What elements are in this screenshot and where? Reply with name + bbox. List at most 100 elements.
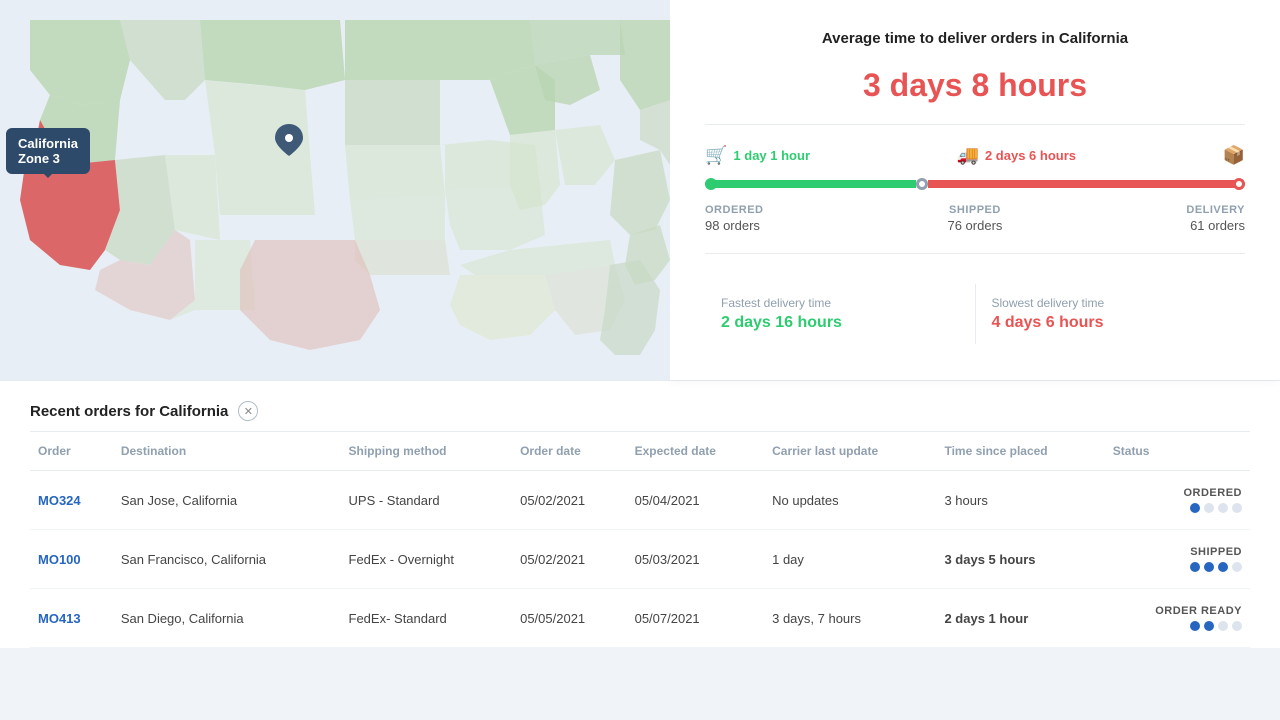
status-dot [1190,562,1200,572]
cell-order-date: 05/05/2021 [512,589,627,648]
state-ok [355,240,450,275]
divider2 [705,253,1245,254]
timeline-section: 🛒 1 day 1 hour 🚚 2 days 6 hours 📦 [705,145,1245,233]
slowest-delivery: Slowest delivery time 4 days 6 hours [976,284,1246,344]
status-col: SHIPPED [1113,546,1242,572]
table-row: MO324 San Jose, California UPS - Standar… [30,471,1250,530]
cell-time-since: 2 days 1 hour [936,589,1104,648]
state-ne [345,145,445,200]
cell-order[interactable]: MO100 [30,530,113,589]
stage-shipped: SHIPPED 76 orders [947,204,1002,233]
state-sd [345,80,440,145]
cell-time-since: 3 days 5 hours [936,530,1104,589]
status-dot [1218,621,1228,631]
status-dots [1190,503,1242,513]
fastest-value: 2 days 16 hours [721,314,959,332]
cell-destination: San Francisco, California [113,530,341,589]
status-dot [1204,562,1214,572]
col-order-date: Order date [512,432,627,471]
status-badge: ORDER READY [1155,605,1242,617]
col-expected-date: Expected date [627,432,765,471]
status-col: ORDERED [1113,487,1242,513]
cell-carrier-update: 1 day [764,530,936,589]
cell-status: SHIPPED [1105,530,1250,589]
state-ks [350,195,445,240]
order-link[interactable]: MO324 [38,493,81,508]
cell-order[interactable]: MO413 [30,589,113,648]
stage-ordered: ORDERED 98 orders [705,204,764,233]
state-nd [345,20,440,80]
cell-expected-date: 05/04/2021 [627,471,765,530]
table-header-row: Recent orders for California ✕ [30,381,1250,432]
col-carrier-update: Carrier last update [764,432,936,471]
segment1-label: 1 day 1 hour [733,148,810,163]
cell-order-date: 05/02/2021 [512,471,627,530]
dot-end [1233,178,1245,190]
status-dot [1232,562,1242,572]
map-container: California Zone 3 [0,0,670,380]
box-icon: 📦 [1223,145,1245,166]
us-map [0,0,670,380]
stage-delivery-value: 61 orders [1186,218,1245,233]
status-dot [1204,621,1214,631]
cell-shipping: UPS - Standard [341,471,513,530]
status-dot [1218,503,1228,513]
avg-title: Average time to deliver orders in Califo… [705,30,1245,47]
status-badge: SHIPPED [1190,546,1242,558]
cell-status: ORDER READY [1105,589,1250,648]
table-header: Order Destination Shipping method Order … [30,432,1250,471]
col-shipping: Shipping method [341,432,513,471]
slowest-value: 4 days 6 hours [992,314,1230,332]
order-link[interactable]: MO100 [38,552,81,567]
stage-delivery-label: DELIVERY [1186,204,1245,216]
table-row: MO100 San Francisco, California FedEx - … [30,530,1250,589]
status-dots [1190,562,1242,572]
cell-expected-date: 05/07/2021 [627,589,765,648]
col-time-since: Time since placed [936,432,1104,471]
stage-ordered-label: ORDERED [705,204,764,216]
cell-order-date: 05/02/2021 [512,530,627,589]
status-dot [1232,621,1242,631]
fastest-delivery: Fastest delivery time 2 days 16 hours [705,284,976,344]
stage-shipped-value: 76 orders [947,218,1002,233]
icon-group-shipped: 🚚 2 days 6 hours [957,145,1076,166]
icon-group-ordered: 🛒 1 day 1 hour [705,145,810,166]
cell-time-since: 3 hours [936,471,1104,530]
delivery-times: Fastest delivery time 2 days 16 hours Sl… [705,284,1245,344]
orders-table: Order Destination Shipping method Order … [30,432,1250,648]
col-destination: Destination [113,432,341,471]
truck-icon: 🚚 [957,145,979,166]
timeline-icons: 🛒 1 day 1 hour 🚚 2 days 6 hours 📦 [705,145,1245,166]
bottom-section: Recent orders for California ✕ Order Des… [0,380,1280,648]
status-dot [1218,562,1228,572]
cell-destination: San Diego, California [113,589,341,648]
cell-expected-date: 05/03/2021 [627,530,765,589]
close-button[interactable]: ✕ [238,401,258,421]
table-row: MO413 San Diego, California FedEx- Stand… [30,589,1250,648]
col-status: Status [1105,432,1250,471]
state-mt [200,20,345,90]
divider1 [705,124,1245,125]
cell-shipping: FedEx - Overnight [341,530,513,589]
order-link[interactable]: MO413 [38,611,81,626]
status-col: ORDER READY [1113,605,1242,631]
slowest-label: Slowest delivery time [992,296,1230,310]
status-dot [1232,503,1242,513]
timeline-stages: ORDERED 98 orders SHIPPED 76 orders DELI… [705,204,1245,233]
cell-carrier-update: No updates [764,471,936,530]
stage-shipped-label: SHIPPED [947,204,1002,216]
cell-shipping: FedEx- Standard [341,589,513,648]
cell-status: ORDERED [1105,471,1250,530]
avg-time: 3 days 8 hours [705,67,1245,104]
col-order: Order [30,432,113,471]
fastest-label: Fastest delivery time [721,296,959,310]
cell-order[interactable]: MO324 [30,471,113,530]
state-co [215,155,315,215]
status-badge: ORDERED [1183,487,1242,499]
dot-start [705,178,717,190]
cell-destination: San Jose, California [113,471,341,530]
status-dot [1204,503,1214,513]
segment2-label: 2 days 6 hours [985,148,1076,163]
status-dot [1190,503,1200,513]
cart-icon: 🛒 [705,145,727,166]
